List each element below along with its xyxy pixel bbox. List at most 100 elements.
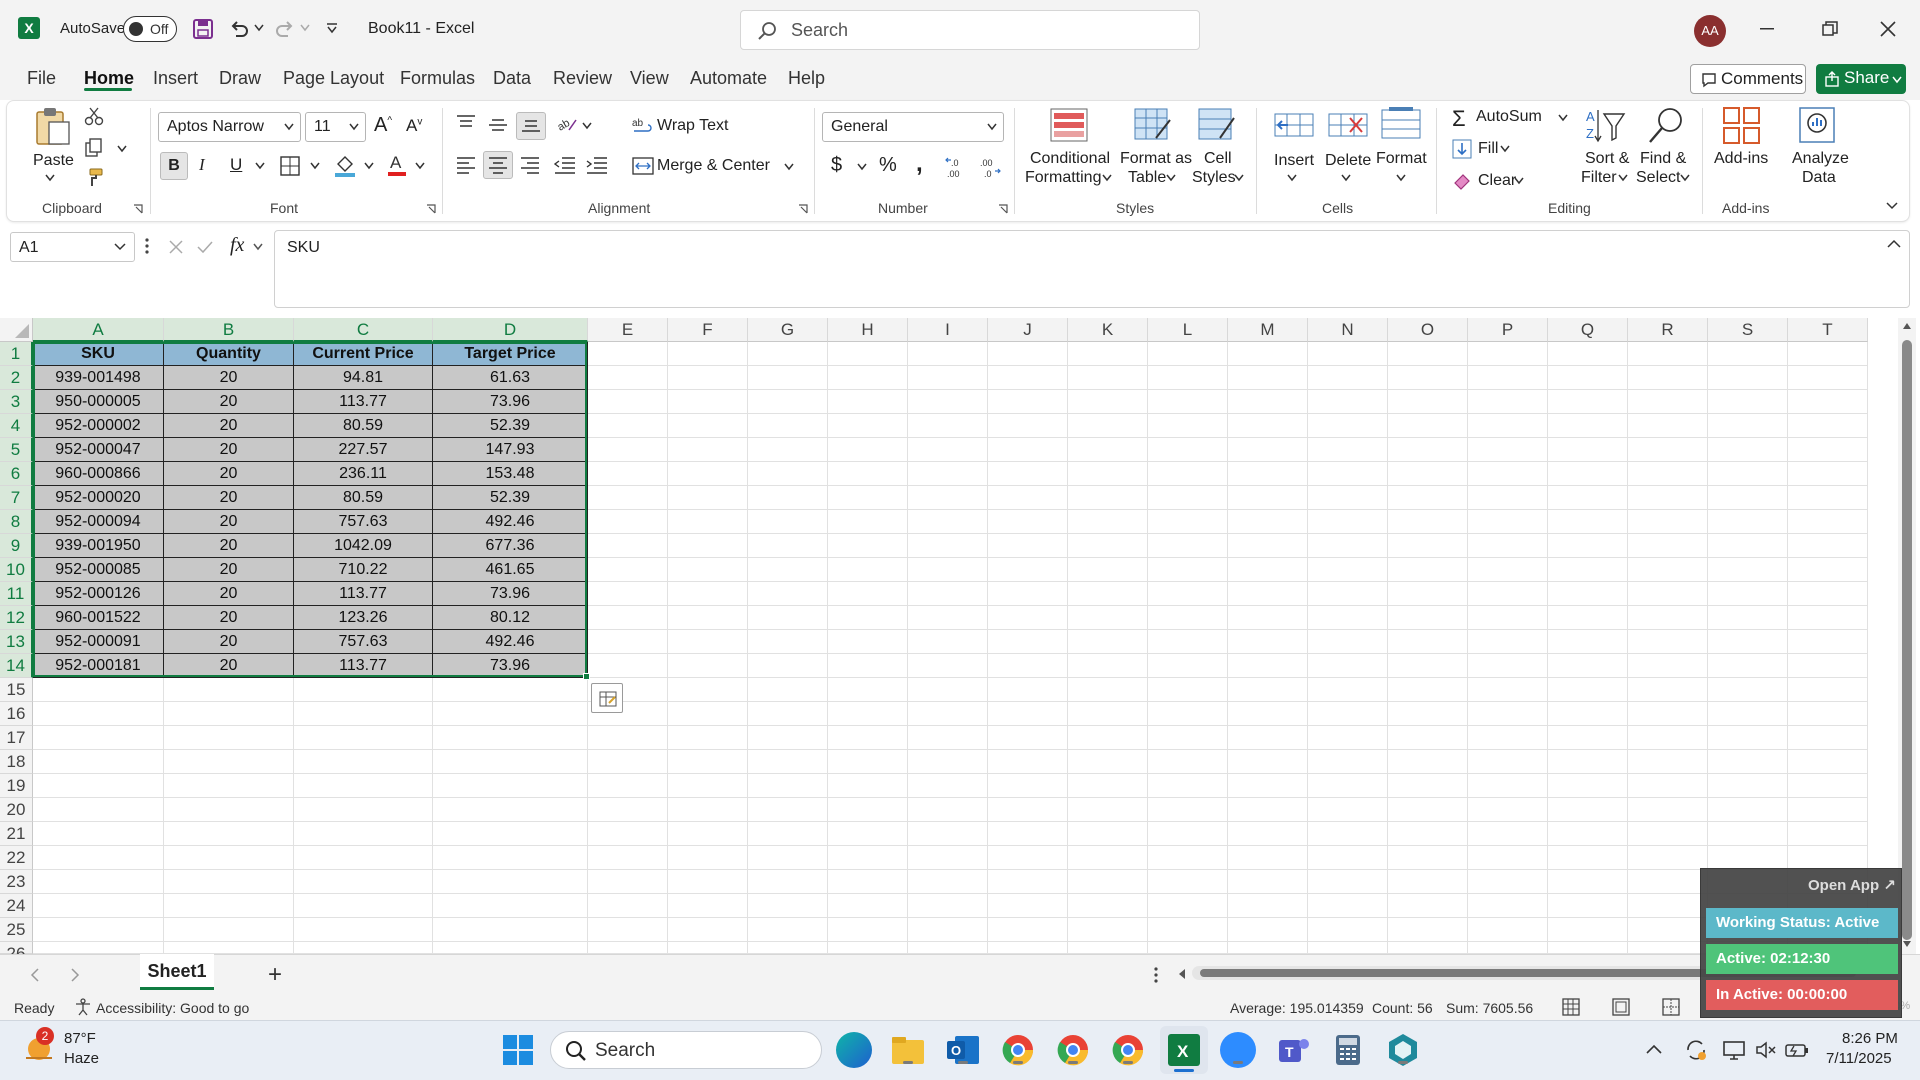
row-header-16[interactable]: 16: [0, 702, 33, 726]
underline-dropdown-icon[interactable]: [255, 162, 265, 170]
empty-cell[interactable]: [164, 846, 294, 870]
empty-cell[interactable]: [1068, 366, 1148, 390]
empty-cell[interactable]: [33, 846, 164, 870]
row-header-8[interactable]: 8: [0, 510, 33, 534]
row-header-7[interactable]: 7: [0, 486, 33, 510]
battery-icon[interactable]: [1784, 1038, 1810, 1062]
empty-cell[interactable]: [1228, 630, 1308, 654]
empty-cell[interactable]: [988, 486, 1068, 510]
minimize-icon[interactable]: [1760, 28, 1774, 30]
empty-cell[interactable]: [1548, 342, 1628, 366]
empty-cell[interactable]: [1628, 942, 1708, 954]
empty-cell[interactable]: [748, 486, 828, 510]
empty-cell[interactable]: [988, 582, 1068, 606]
empty-cell[interactable]: [1388, 750, 1468, 774]
empty-cell[interactable]: [988, 798, 1068, 822]
empty-cell[interactable]: [1228, 918, 1308, 942]
empty-cell[interactable]: [433, 846, 588, 870]
empty-cell[interactable]: [33, 918, 164, 942]
empty-cell[interactable]: [988, 366, 1068, 390]
empty-cell[interactable]: [828, 678, 908, 702]
empty-cell[interactable]: [1548, 606, 1628, 630]
empty-cell[interactable]: [828, 822, 908, 846]
empty-cell[interactable]: [164, 894, 294, 918]
empty-cell[interactable]: [1388, 918, 1468, 942]
empty-cell[interactable]: [1708, 558, 1788, 582]
column-header-f[interactable]: F: [668, 318, 748, 342]
empty-cell[interactable]: [668, 726, 748, 750]
empty-cell[interactable]: [1308, 606, 1388, 630]
empty-cell[interactable]: [1228, 870, 1308, 894]
next-sheet-icon[interactable]: [70, 968, 80, 982]
empty-cell[interactable]: [1148, 774, 1228, 798]
analyze-data-label-1[interactable]: Analyze: [1792, 150, 1849, 168]
empty-cell[interactable]: [1788, 726, 1868, 750]
empty-cell[interactable]: [1388, 870, 1468, 894]
empty-cell[interactable]: [668, 750, 748, 774]
empty-cell[interactable]: [1068, 918, 1148, 942]
empty-cell[interactable]: [1308, 702, 1388, 726]
table-cell[interactable]: 952-000020: [33, 486, 164, 510]
empty-cell[interactable]: [748, 702, 828, 726]
empty-cell[interactable]: [668, 774, 748, 798]
empty-cell[interactable]: [748, 342, 828, 366]
empty-cell[interactable]: [1788, 414, 1868, 438]
empty-cell[interactable]: [828, 366, 908, 390]
empty-cell[interactable]: [588, 486, 668, 510]
chevron-down-icon[interactable]: [1341, 174, 1351, 182]
share-button[interactable]: Share: [1816, 64, 1906, 94]
empty-cell[interactable]: [1388, 822, 1468, 846]
table-cell[interactable]: 677.36: [433, 534, 588, 558]
clear-dropdown-icon[interactable]: [1514, 177, 1524, 185]
table-cell[interactable]: 952-000085: [33, 558, 164, 582]
status-sum[interactable]: Sum: 7605.56: [1446, 1000, 1533, 1016]
redo-dropdown-icon[interactable]: [300, 24, 310, 32]
page-layout-view-icon[interactable]: [1612, 998, 1630, 1016]
empty-cell[interactable]: [668, 870, 748, 894]
cell-styles-label-1[interactable]: Cell: [1204, 150, 1232, 168]
currency-dropdown-icon[interactable]: [857, 163, 867, 171]
empty-cell[interactable]: [1068, 798, 1148, 822]
row-header-18[interactable]: 18: [0, 750, 33, 774]
empty-cell[interactable]: [1068, 678, 1148, 702]
row-header-25[interactable]: 25: [0, 918, 33, 942]
empty-cell[interactable]: [1388, 390, 1468, 414]
table-cell[interactable]: 73.96: [433, 654, 588, 678]
empty-cell[interactable]: [1068, 462, 1148, 486]
empty-cell[interactable]: [668, 798, 748, 822]
table-cell[interactable]: 113.77: [294, 582, 433, 606]
empty-cell[interactable]: [1788, 846, 1868, 870]
empty-cell[interactable]: [1068, 486, 1148, 510]
empty-cell[interactable]: [1388, 342, 1468, 366]
column-header-o[interactable]: O: [1388, 318, 1468, 342]
empty-cell[interactable]: [748, 846, 828, 870]
teams-icon[interactable]: T: [1275, 1032, 1311, 1068]
empty-cell[interactable]: [668, 846, 748, 870]
table-cell[interactable]: 757.63: [294, 510, 433, 534]
empty-cell[interactable]: [1468, 774, 1548, 798]
empty-cell[interactable]: [748, 774, 828, 798]
empty-cell[interactable]: [1708, 678, 1788, 702]
calculator-icon[interactable]: [1330, 1032, 1366, 1068]
empty-cell[interactable]: [1788, 582, 1868, 606]
empty-cell[interactable]: [1148, 942, 1228, 954]
tab-automate[interactable]: Automate: [690, 68, 767, 89]
table-cell[interactable]: 952-000094: [33, 510, 164, 534]
empty-cell[interactable]: [1548, 894, 1628, 918]
empty-cell[interactable]: [1788, 606, 1868, 630]
table-cell[interactable]: 113.77: [294, 390, 433, 414]
table-cell[interactable]: 153.48: [433, 462, 588, 486]
empty-cell[interactable]: [1468, 654, 1548, 678]
empty-cell[interactable]: [588, 438, 668, 462]
empty-cell[interactable]: [1228, 510, 1308, 534]
empty-cell[interactable]: [1148, 438, 1228, 462]
empty-cell[interactable]: [1388, 846, 1468, 870]
empty-cell[interactable]: [1788, 486, 1868, 510]
empty-cell[interactable]: [988, 918, 1068, 942]
empty-cell[interactable]: [294, 942, 433, 954]
insert-function-icon[interactable]: fx: [230, 234, 244, 257]
empty-cell[interactable]: [1548, 558, 1628, 582]
empty-cell[interactable]: [1788, 438, 1868, 462]
underline-button[interactable]: U: [230, 155, 242, 175]
table-cell[interactable]: 952-000047: [33, 438, 164, 462]
